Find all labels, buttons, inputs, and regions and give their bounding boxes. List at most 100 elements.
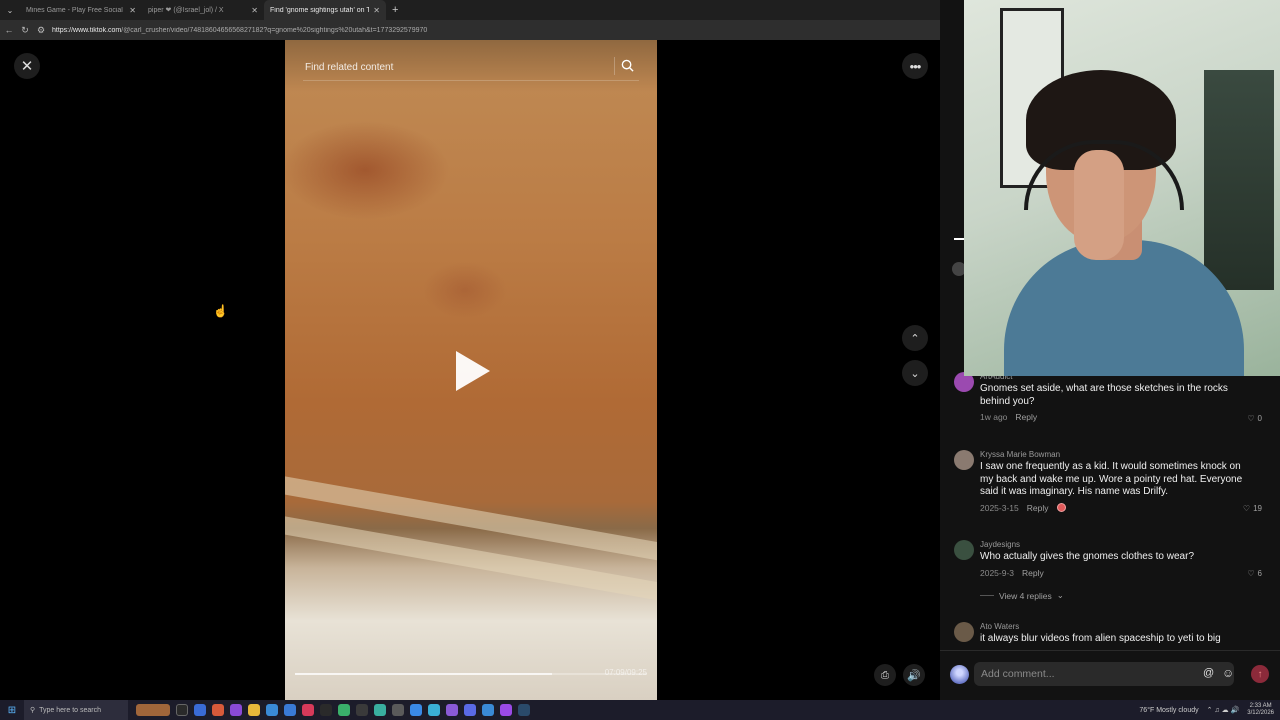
tray-icons[interactable]: ⌃ ♫ ☁ 🔊 [1207,706,1240,714]
app-icon[interactable] [428,704,440,716]
app-icon[interactable] [374,704,386,716]
taskbar-news-icon[interactable] [136,704,170,716]
like-count: 19 [1253,504,1262,513]
app-icon[interactable] [284,704,296,716]
mouse-cursor-icon: ☝ [213,304,228,318]
app-icon[interactable] [338,704,350,716]
url-field[interactable]: https://www.tiktok.com/@carl_crusher/vid… [52,27,427,34]
reply-button[interactable]: Reply [1015,412,1037,422]
search-icon: ⚲ [30,707,36,714]
system-tray: 76°F Mostly cloudy ⌃ ♫ ☁ 🔊 2:33 AM 3/12/… [1139,700,1274,720]
browser-tab-active[interactable]: Find 'gnome sightings utah' on T ✕ [264,0,386,20]
url-path: /@carl_crusher/video/7481860465656827182… [121,26,428,34]
more-options-icon[interactable]: ••• [902,53,928,79]
avatar[interactable] [954,450,974,470]
search-icon[interactable] [621,59,635,73]
related-search-bar [285,40,657,92]
webcam-overlay [964,0,1280,376]
heart-icon: ♡ [1242,504,1251,513]
app-icon[interactable] [266,704,278,716]
mention-at-icon[interactable]: @ [1203,667,1214,679]
video-progress-bar[interactable] [295,673,647,675]
tiktok-video-page: ✕ ☝ 07:09/09:25 ••• ⌃ ⌄ ⎙ 🔊 [0,40,940,700]
comment-text: it always blur videos from alien spacesh… [980,633,1221,644]
weather-widget[interactable]: 76°F Mostly cloudy [1139,707,1198,714]
previous-video-chevron-up-icon[interactable]: ⌃ [902,325,928,351]
close-icon[interactable]: ✕ [14,53,40,79]
browser-tab-bar: ⌄ Mines Game - Play Free Social Ca ✕ pip… [0,0,964,20]
tab-close-icon[interactable]: ✕ [251,6,258,15]
app-icon[interactable] [482,704,494,716]
next-video-chevron-down-icon[interactable]: ⌄ [902,360,928,386]
site-info-icon[interactable]: ⚙ [36,25,46,36]
tab-list-chevron-icon[interactable]: ⌄ [0,6,20,15]
task-view-icon[interactable] [176,704,188,716]
reply-button[interactable]: Reply [1027,503,1049,513]
taskbar-apps [128,704,530,716]
video-player[interactable]: 07:09/09:25 [285,40,657,700]
comment-username[interactable]: Ato Waters [980,622,1244,633]
windows-taskbar: ⊞ ⚲ Type here to search 76°F Mostly clou… [0,700,1280,720]
comment-date: 2025-3-15 [980,502,1019,513]
add-comment-input[interactable] [974,662,1234,686]
user-avatar [950,665,969,684]
comment-text: Gnomes set aside, what are those sketche… [980,383,1228,407]
webcam-shelf [1204,70,1274,290]
tab-close-icon[interactable]: ✕ [129,6,136,15]
app-icon[interactable] [302,704,314,716]
taskbar-search[interactable]: ⚲ Type here to search [24,700,128,720]
comment-username[interactable]: Kryssa Marie Bowman [980,450,1244,461]
emoji-icon[interactable]: ☺ [1222,666,1234,680]
like-count: 0 [1257,414,1262,423]
app-icon[interactable] [500,704,512,716]
new-tab-icon[interactable]: + [386,4,404,16]
creator-liked-icon [1056,503,1066,512]
divider [980,595,994,596]
file-explorer-icon[interactable] [248,704,260,716]
taskbar-search-placeholder: Type here to search [39,706,102,714]
comment-date: 2025-9-3 [980,567,1015,578]
browser-tab[interactable]: piper ❤ (@Israel_jol) / X ✕ [142,0,264,20]
like-button[interactable]: ♡ 19 [1243,504,1262,513]
tab-title: Mines Game - Play Free Social Ca [26,6,126,14]
back-arrow-icon[interactable]: ← [4,25,14,35]
like-button[interactable]: ♡ 6 [1247,569,1262,578]
app-icon[interactable] [230,704,242,716]
picture-in-picture-icon[interactable]: ⎙ [874,664,896,686]
steam-icon[interactable] [518,704,530,716]
app-icon[interactable] [320,704,332,716]
comment-username[interactable]: Jaydesigns [980,540,1244,551]
browser-tab[interactable]: Mines Game - Play Free Social Ca ✕ [20,0,142,20]
search-divider [614,57,615,75]
video-progress-fill [295,673,552,675]
heart-icon: ♡ [1247,569,1255,578]
taskbar-clock[interactable]: 2:33 AM 3/12/2026 [1247,703,1274,717]
avatar[interactable] [954,622,974,642]
webcam-person-hand [1074,150,1124,260]
app-icon[interactable] [392,704,404,716]
chrome-icon[interactable] [212,704,224,716]
tab-close-icon[interactable]: ✕ [373,6,380,15]
tab-title: Find 'gnome sightings utah' on T [270,6,370,14]
chevron-down-icon: ⌄ [1056,590,1064,600]
app-icon[interactable] [356,704,368,716]
reply-button[interactable]: Reply [1022,568,1044,578]
app-icon[interactable] [410,704,422,716]
like-button[interactable]: ♡ 0 [1247,414,1262,423]
app-icon[interactable] [194,704,206,716]
volume-icon[interactable]: 🔊 [903,664,925,686]
related-search-input[interactable] [305,59,635,75]
avatar[interactable] [954,540,974,560]
like-count: 6 [1257,569,1262,578]
post-comment-button[interactable]: ↑ [1251,665,1269,683]
discord-icon[interactable] [464,704,476,716]
windows-start-icon[interactable]: ⊞ [0,705,24,716]
tab-indicator [954,238,964,240]
video-time: 07:09/09:25 [604,668,647,677]
app-icon[interactable] [446,704,458,716]
heart-icon: ♡ [1247,414,1255,423]
play-icon[interactable] [456,351,490,391]
view-replies-button[interactable]: View 4 replies ⌄ [980,590,1064,601]
clock-time: 2:33 AM [1249,703,1272,709]
reload-icon[interactable]: ↻ [20,25,30,36]
